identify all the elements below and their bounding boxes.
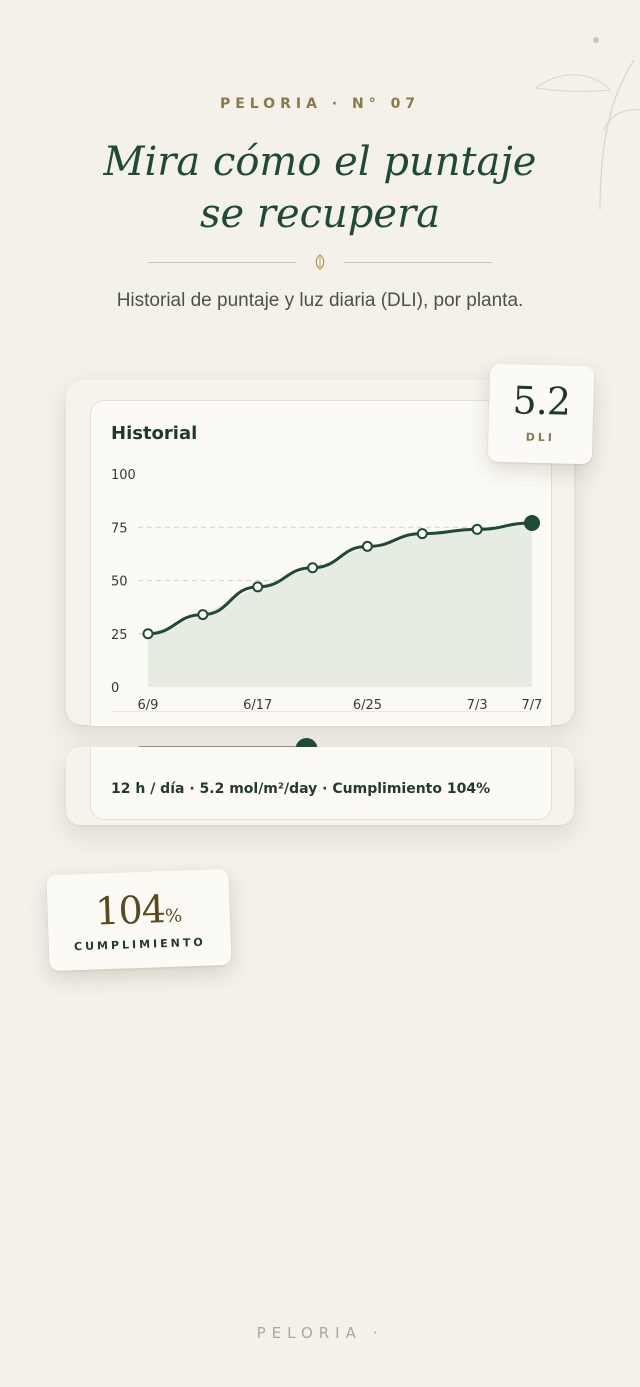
score-area: [148, 522, 532, 687]
y-tick-label: 100: [111, 468, 136, 483]
history-chart: 0 25 50 75 100 6/9 6/17 6/25 7/3 7/7: [111, 468, 543, 711]
data-point: [252, 581, 264, 593]
y-tick-label: 0: [111, 681, 119, 696]
cumplimiento-value-wrap: 104%: [47, 885, 230, 935]
data-point: [307, 562, 319, 574]
dli-value: 5.2: [512, 378, 571, 424]
x-tick-label: 6/25: [353, 698, 382, 711]
x-tick-label: 7/7: [522, 698, 543, 711]
cumplimiento-unit: %: [164, 905, 183, 928]
dli-label: DLI: [525, 430, 556, 445]
data-point: [524, 514, 540, 531]
page-title-line-2: se recupera: [199, 191, 441, 237]
page-title-line-1: Mira cómo el puntaje: [103, 139, 537, 185]
data-point: [142, 628, 154, 640]
subtitle: Historial de puntaje y luz diaria (DLI),…: [116, 290, 524, 311]
stats-card: 12 h / día · 5.2 mol/m²/day · Cumplimien…: [66, 738, 574, 825]
y-tick-label: 75: [111, 521, 128, 536]
data-point: [197, 609, 209, 621]
leaf-icon: [315, 254, 325, 270]
cumplimiento-value: 104: [94, 887, 166, 934]
footer-brand: PELORIA ·: [256, 1324, 384, 1342]
dli-badge: 5.2 DLI: [487, 363, 595, 465]
data-point: [416, 528, 428, 540]
page-title: Mira cómo el puntaje se recupera: [0, 136, 640, 240]
eyebrow: PELORIA · N° 07: [219, 96, 421, 112]
x-tick-label: 6/17: [243, 698, 272, 711]
history-chart-panel: Historial 0 25 50 75 100 6/9 6/17 6/25 7/3 7/7: [90, 400, 552, 726]
x-tick-label: 6/9: [138, 698, 159, 711]
data-point: [471, 523, 483, 535]
y-tick-label: 50: [111, 575, 128, 590]
cumplimiento-label: CUMPLIMIENTO: [73, 935, 206, 954]
stats-line: 12 h / día · 5.2 mol/m²/day · Cumplimien…: [111, 781, 491, 797]
cumplimiento-badge: 104% CUMPLIMIENTO: [46, 868, 232, 972]
data-point: [361, 540, 373, 552]
x-tick-label: 7/3: [467, 698, 488, 711]
y-tick-label: 25: [111, 628, 128, 643]
divider: [148, 254, 492, 270]
